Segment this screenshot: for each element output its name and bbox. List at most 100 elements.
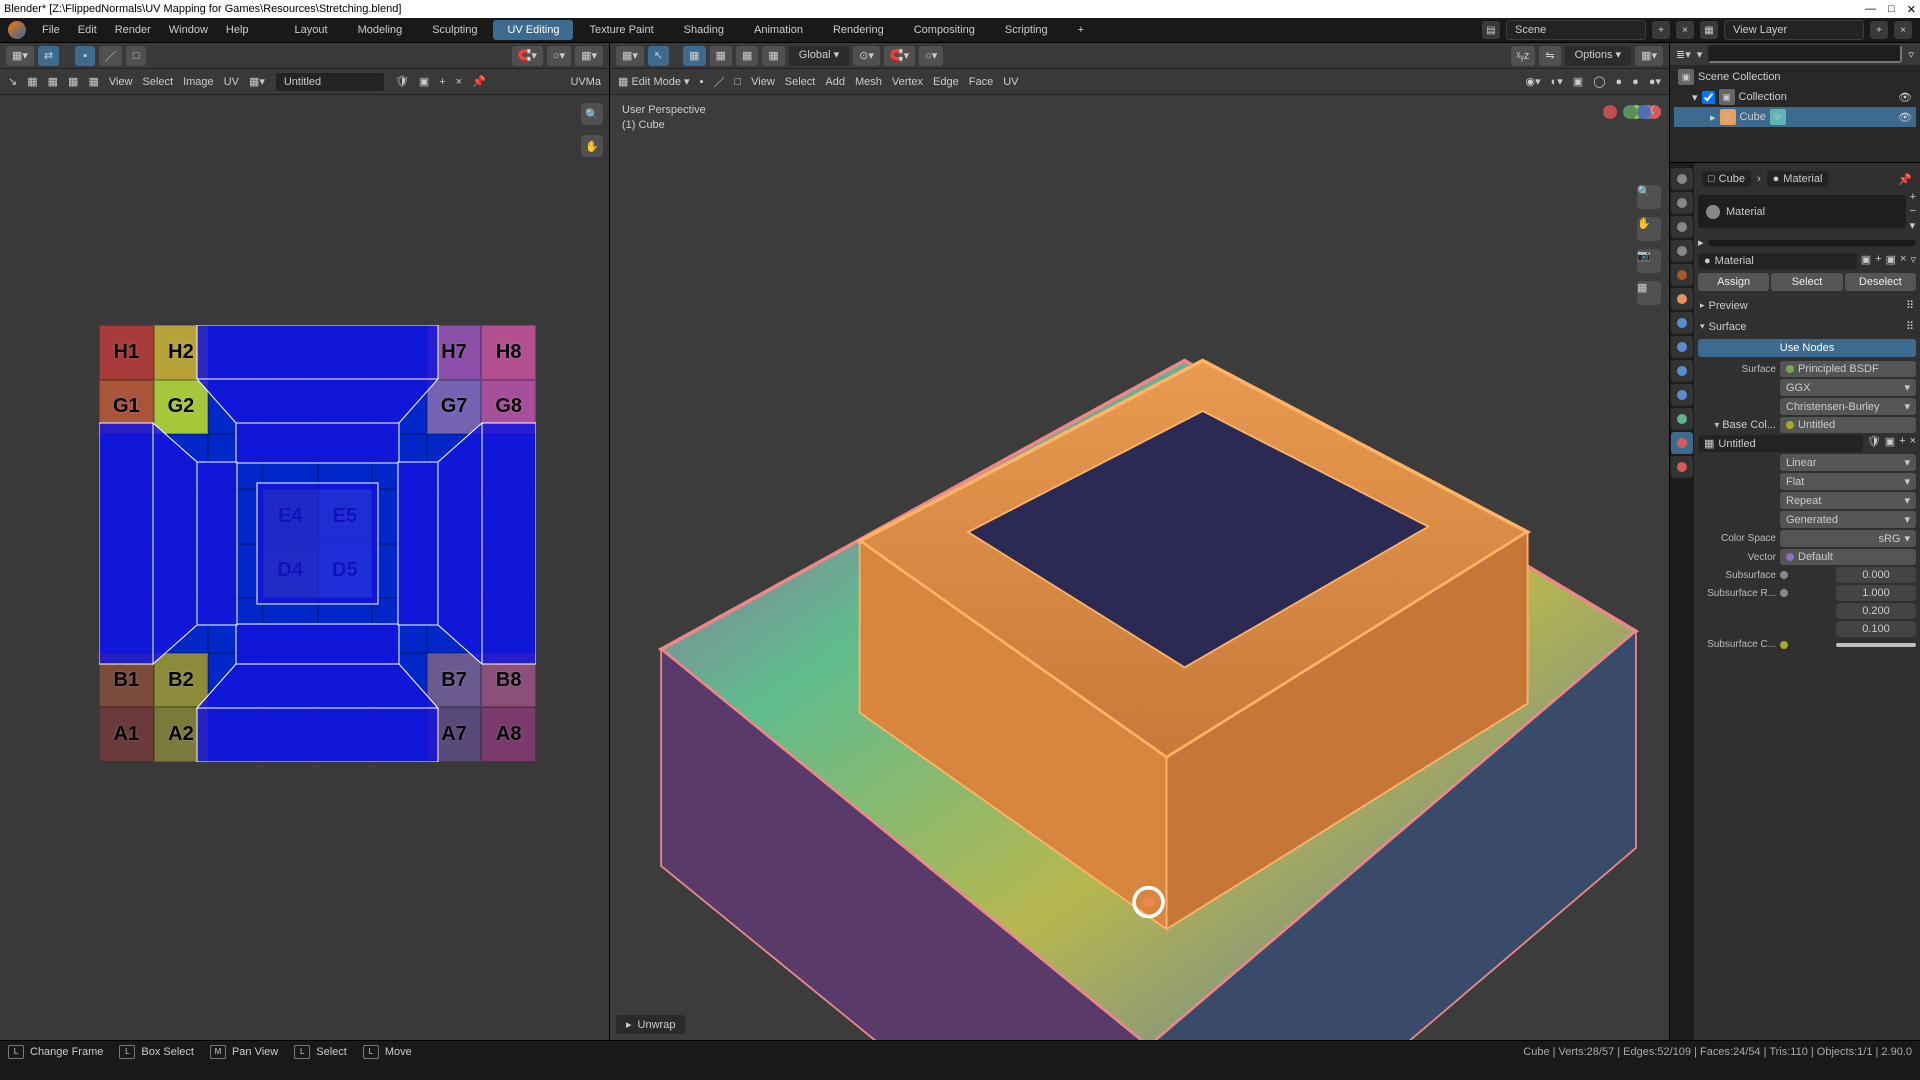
- vector-input[interactable]: Default: [1780, 549, 1916, 565]
- uv-selmode-vertex[interactable]: ▪: [75, 46, 95, 66]
- sss-method-dropdown[interactable]: Christensen-Burley▾: [1780, 398, 1916, 415]
- uv-selmode-edge[interactable]: ／: [99, 46, 122, 66]
- source-dropdown[interactable]: Generated▾: [1780, 511, 1916, 528]
- collection-checkbox[interactable]: [1702, 91, 1715, 104]
- tex-new-icon[interactable]: +: [1899, 435, 1905, 452]
- uv-image-link-icon[interactable]: ▦▾: [249, 75, 265, 88]
- ws-shading[interactable]: Shading: [670, 20, 738, 40]
- uv-viewport[interactable]: H1H2H7H8G1G2G7G8E4E5D4D5B1B2B7B8A1A2A7A8: [0, 95, 609, 1040]
- view3d-shade3[interactable]: ▦: [736, 46, 758, 66]
- view3d-shade1[interactable]: ▦: [683, 46, 705, 66]
- uv-menu-select[interactable]: Select: [143, 76, 174, 88]
- slot-remove-icon[interactable]: −: [1910, 205, 1916, 217]
- nav-gizmo[interactable]: Y Z X: [1597, 105, 1657, 165]
- ptab-particles[interactable]: [1671, 336, 1693, 358]
- tree-cube[interactable]: ▸ ▽ Cube ⟐ 👁: [1674, 107, 1916, 127]
- view3d-options[interactable]: Options ▾: [1565, 46, 1632, 66]
- material-selector[interactable]: ● Material: [1698, 253, 1857, 269]
- uv-tool4-icon[interactable]: ▦: [88, 75, 98, 88]
- view3d-selmode-face[interactable]: □: [734, 76, 741, 88]
- view3d-shade2[interactable]: ▦: [710, 46, 732, 66]
- uv-zoom-icon[interactable]: 🔍: [581, 103, 603, 125]
- panel-preview[interactable]: ▸Preview⠿: [1698, 295, 1916, 316]
- view3d-menu-uv[interactable]: UV: [1003, 76, 1018, 88]
- ptab-material[interactable]: [1671, 432, 1693, 454]
- view3d-rendered-icon[interactable]: ●▾: [1649, 75, 1661, 88]
- eye-icon[interactable]: 👁: [1898, 111, 1912, 124]
- view3d-menu-view[interactable]: View: [751, 76, 775, 88]
- menu-render[interactable]: Render: [107, 21, 159, 39]
- slot-add-icon[interactable]: +: [1910, 191, 1916, 203]
- view3d-pivot-icon[interactable]: ⊙▾: [853, 46, 880, 66]
- view3d-gizmo-icon[interactable]: ◉▾: [1526, 75, 1541, 88]
- uv-hand-icon[interactable]: ✋: [581, 135, 603, 157]
- view3d-mirror-icon[interactable]: ⇋: [1539, 46, 1560, 66]
- view3d-selmode-edge[interactable]: ／: [713, 74, 724, 90]
- ptab-physics[interactable]: [1671, 360, 1693, 382]
- texture-selector[interactable]: ▦ Untitled: [1698, 435, 1863, 452]
- select-button[interactable]: Select: [1771, 273, 1842, 291]
- view3d-viewport[interactable]: User Perspective (1) Cube: [610, 95, 1669, 1040]
- ggx-dropdown[interactable]: GGX▾: [1780, 379, 1916, 396]
- minimize-icon[interactable]: —: [1865, 3, 1876, 16]
- view3d-mode[interactable]: ▦ Edit Mode ▾: [618, 75, 690, 88]
- view3d-wire-icon[interactable]: ◯: [1593, 75, 1605, 88]
- uv-image-open-icon[interactable]: ▣: [419, 75, 429, 88]
- redo-panel[interactable]: ▸ Unwrap: [616, 1015, 685, 1034]
- view3d-menu-edge[interactable]: Edge: [933, 76, 959, 88]
- ws-add[interactable]: +: [1064, 20, 1098, 40]
- uv-snap-icon[interactable]: 🧲▾: [512, 46, 543, 66]
- uv-image-name[interactable]: [275, 72, 385, 92]
- tex-unlink-icon[interactable]: ×: [1910, 435, 1916, 452]
- ws-layout[interactable]: Layout: [281, 20, 342, 40]
- outliner-filter-icon[interactable]: ▿: [1908, 48, 1914, 61]
- uv-image-dropdown[interactable]: ▦▾: [575, 46, 603, 66]
- slot-menu-icon[interactable]: ▾: [1910, 219, 1916, 232]
- ws-texturepaint[interactable]: Texture Paint: [575, 20, 667, 40]
- ext-dropdown[interactable]: Repeat▾: [1780, 492, 1916, 509]
- outliner-search[interactable]: [1708, 45, 1902, 63]
- ptab-constraint[interactable]: [1671, 384, 1693, 406]
- view3d-xray-icon[interactable]: ▣: [1573, 75, 1583, 88]
- assign-button[interactable]: Assign: [1698, 273, 1769, 291]
- viewlayer-del-icon[interactable]: ×: [1894, 21, 1912, 39]
- nav-hand-icon[interactable]: ✋: [1637, 217, 1661, 241]
- ptab-viewlayer[interactable]: [1671, 216, 1693, 238]
- view3d-menu-vertex[interactable]: Vertex: [892, 76, 923, 88]
- uv-sync-icon[interactable]: ⇄: [38, 46, 59, 66]
- view3d-overlays-icon[interactable]: ▦▾: [1635, 46, 1663, 66]
- mat-new-icon[interactable]: +: [1875, 253, 1881, 269]
- view3d-selmode-vert[interactable]: ▪: [700, 76, 704, 88]
- menu-window[interactable]: Window: [161, 21, 216, 39]
- eye-icon[interactable]: 👁: [1898, 91, 1912, 104]
- ws-rendering[interactable]: Rendering: [819, 20, 898, 40]
- ws-modeling[interactable]: Modeling: [344, 20, 417, 40]
- nav-persp-icon[interactable]: ▦: [1637, 281, 1661, 305]
- tree-scene-collection[interactable]: ▣ Scene Collection: [1674, 67, 1916, 87]
- ptab-object[interactable]: [1671, 288, 1693, 310]
- shader-dropdown[interactable]: Principled BSDF: [1780, 361, 1916, 377]
- outliner-display-icon[interactable]: ▾: [1697, 48, 1703, 61]
- view3d-editor-type-icon[interactable]: ▦▾: [616, 46, 644, 66]
- tex-fake-icon[interactable]: 🛡: [1867, 435, 1881, 452]
- scene-new-icon[interactable]: +: [1652, 21, 1670, 39]
- colorspace-dropdown[interactable]: sRG ▾: [1780, 530, 1916, 547]
- view3d-snap-icon[interactable]: 🧲▾: [884, 46, 915, 66]
- ptab-world[interactable]: [1671, 264, 1693, 286]
- uv-menu-uv[interactable]: UV: [224, 76, 239, 88]
- sr2[interactable]: 0.200: [1836, 603, 1916, 619]
- ptab-render[interactable]: [1671, 168, 1693, 190]
- ws-uvediting[interactable]: UV Editing: [493, 20, 573, 40]
- menu-edit[interactable]: Edit: [70, 21, 105, 39]
- bc-object[interactable]: □ Cube: [1702, 171, 1751, 187]
- uv-menu-image[interactable]: Image: [183, 76, 214, 88]
- uv-fake-user-icon[interactable]: 🛡: [395, 75, 409, 88]
- mat-browse-icon[interactable]: ▣: [1861, 253, 1871, 269]
- uv-tool3-icon[interactable]: ▦: [68, 75, 78, 88]
- scene-icon[interactable]: ▤: [1482, 21, 1500, 39]
- basecolor-tex[interactable]: Untitled: [1780, 417, 1916, 433]
- subsurface-value[interactable]: 0.000: [1836, 567, 1916, 583]
- uv-menu-view[interactable]: View: [109, 76, 133, 88]
- scene-input[interactable]: [1506, 20, 1646, 40]
- menu-file[interactable]: File: [34, 21, 68, 39]
